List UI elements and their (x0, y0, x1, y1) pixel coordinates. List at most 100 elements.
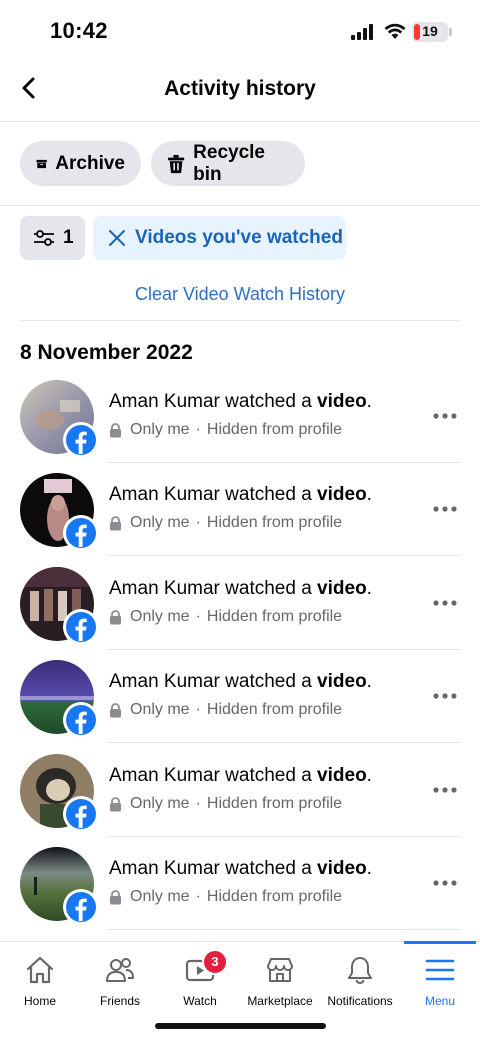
cellular-signal-icon (351, 24, 373, 40)
privacy-label: Only me (130, 795, 190, 812)
visibility-label: Hidden from profile (206, 795, 343, 812)
activity-object[interactable]: video (317, 765, 367, 786)
activity-object[interactable]: video (317, 578, 367, 599)
lock-icon (110, 796, 121, 811)
more-options-icon[interactable] (430, 684, 460, 708)
facebook-icon (63, 796, 99, 832)
privacy-label: Only me (130, 421, 190, 438)
sliders-icon (34, 230, 54, 246)
activity-title: Aman Kumar watched a video. (109, 671, 372, 693)
activity-end: . (366, 391, 372, 412)
row-divider (108, 555, 460, 556)
activity-meta: Only me · Hidden from profile (109, 608, 342, 626)
activity-title: Aman Kumar watched a video. (109, 765, 372, 787)
activity-object[interactable]: video (317, 484, 367, 505)
meta-separator: · (195, 421, 201, 438)
activity-title: Aman Kumar watched a video. (109, 391, 372, 413)
status-time: 10:42 (50, 18, 108, 43)
facebook-icon (63, 609, 99, 645)
divider (20, 320, 460, 321)
meta-separator: · (195, 795, 201, 812)
close-icon[interactable] (108, 229, 126, 247)
activity-actor: Aman Kumar watched a (109, 765, 318, 786)
home-indicator[interactable] (155, 1023, 326, 1029)
more-options-icon[interactable] (430, 497, 460, 521)
visibility-label: Hidden from profile (206, 514, 343, 531)
battery-level: 19 (422, 23, 438, 39)
facebook-icon (63, 422, 99, 458)
activity-object[interactable]: video (317, 671, 367, 692)
more-options-icon[interactable] (430, 591, 460, 615)
activity-end: . (366, 671, 372, 692)
header: Activity history (0, 60, 480, 122)
more-options-icon[interactable] (430, 404, 460, 428)
activity-object[interactable]: video (317, 858, 367, 879)
activity-meta: Only me · Hidden from profile (109, 421, 342, 439)
facebook-icon (63, 702, 99, 738)
activity-object[interactable]: video (317, 391, 367, 412)
activity-title: Aman Kumar watched a video. (109, 858, 372, 880)
filter-settings-button[interactable]: 1 (20, 216, 85, 260)
nav-item-menu[interactable]: Menu (400, 942, 480, 1012)
notification-badge: 3 (202, 949, 228, 975)
marketplace-icon (267, 958, 293, 982)
privacy-label: Only me (130, 888, 190, 905)
lock-icon (110, 889, 121, 904)
active-filter-chip[interactable]: Videos you've watched (93, 216, 346, 260)
activity-actor: Aman Kumar watched a (109, 484, 318, 505)
activity-title: Aman Kumar watched a video. (109, 484, 372, 506)
status-bar: 10:42 19 (0, 0, 480, 60)
clear-watch-history-link[interactable]: Clear Video Watch History (0, 284, 480, 305)
date-heading: 8 November 2022 (20, 341, 193, 364)
list-item[interactable]: Aman Kumar watched a video. Only me · Hi… (0, 744, 480, 837)
lock-icon (110, 609, 121, 624)
nav-item-notifications[interactable]: Notifications (320, 942, 400, 1012)
more-options-icon[interactable] (430, 778, 460, 802)
recycle-bin-button[interactable]: Recycle bin (151, 141, 305, 186)
list-item[interactable]: Aman Kumar watched a video. Only me · Hi… (0, 370, 480, 463)
visibility-label: Hidden from profile (206, 888, 343, 905)
bell-icon (348, 957, 372, 985)
activity-end: . (366, 858, 372, 879)
activity-end: . (366, 484, 372, 505)
battery-tip (449, 28, 452, 36)
list-item[interactable]: Aman Kumar watched a video. Only me · Hi… (0, 463, 480, 556)
nav-item-watch[interactable]: Watch (160, 942, 240, 1012)
activity-actor: Aman Kumar watched a (109, 578, 318, 599)
privacy-label: Only me (130, 701, 190, 718)
nav-item-home[interactable]: Home (0, 942, 80, 1012)
privacy-label: Only me (130, 608, 190, 625)
visibility-label: Hidden from profile (206, 701, 343, 718)
archive-button[interactable]: Archive (20, 141, 141, 186)
list-item[interactable]: Aman Kumar watched a video. Only me · Hi… (0, 650, 480, 743)
row-divider (108, 929, 460, 930)
more-options-icon[interactable] (430, 871, 460, 895)
activity-meta: Only me · Hidden from profile (109, 888, 342, 906)
friends-icon (106, 958, 134, 982)
activity-actor: Aman Kumar watched a (109, 391, 318, 412)
facebook-icon (63, 889, 99, 925)
meta-separator: · (195, 701, 201, 718)
nav-item-marketplace[interactable]: Marketplace (240, 942, 320, 1012)
recycle-bin-label: Recycle bin (193, 141, 265, 185)
activity-actor: Aman Kumar watched a (109, 858, 318, 879)
nav-item-friends[interactable]: Friends (80, 942, 160, 1012)
lock-icon (110, 702, 121, 717)
activity-meta: Only me · Hidden from profile (109, 514, 342, 532)
meta-separator: · (195, 514, 201, 531)
list-item[interactable]: Aman Kumar watched a video. Only me · Hi… (0, 557, 480, 650)
wifi-icon (384, 23, 406, 39)
visibility-label: Hidden from profile (206, 421, 343, 438)
lock-icon (110, 515, 121, 530)
storage-chips: Archive Recycle bin (0, 122, 480, 206)
menu-icon (425, 959, 455, 981)
activity-meta: Only me · Hidden from profile (109, 701, 342, 719)
lock-icon (110, 422, 121, 437)
meta-separator: · (195, 608, 201, 625)
privacy-label: Only me (130, 514, 190, 531)
list-item[interactable]: Aman Kumar watched a video. Only me · Hi… (0, 837, 480, 930)
nav-label-menu: Menu (424, 994, 456, 1008)
activity-meta: Only me · Hidden from profile (109, 795, 342, 813)
archive-icon (36, 159, 47, 168)
archive-label: Archive (55, 152, 125, 174)
